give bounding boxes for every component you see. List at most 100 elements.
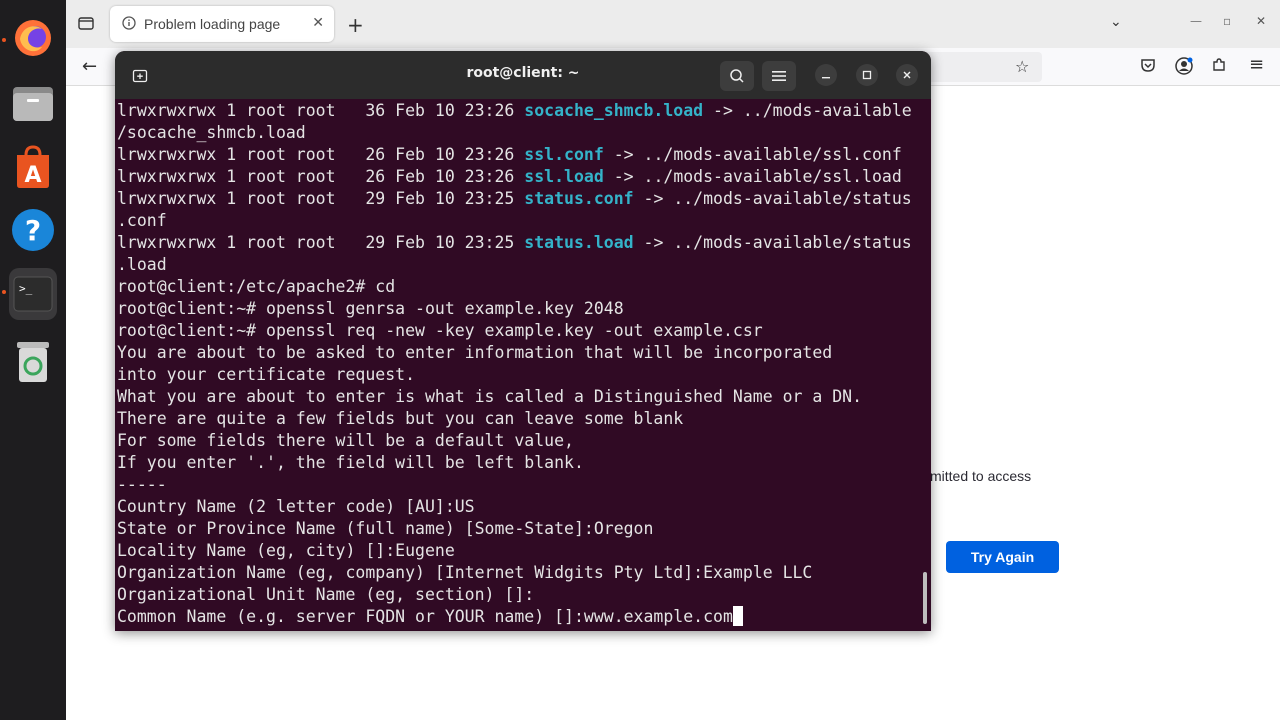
- extensions-icon[interactable]: [1211, 57, 1227, 77]
- line-text: lrwxrwxrwx 1 root root 29 Feb 10 23:25: [117, 189, 525, 208]
- line-text: State or Province Name (full name) [Some…: [117, 519, 654, 538]
- maximize-icon[interactable]: [856, 64, 878, 86]
- tab-overflow-chevron-icon[interactable]: ⌄: [1110, 14, 1122, 30]
- symlink-filename: ssl.load: [524, 167, 604, 186]
- terminal-line: Organizational Unit Name (eg, section) […: [117, 584, 921, 606]
- line-text: lrwxrwxrwx 1 root root 36 Feb 10 23:26: [117, 101, 525, 120]
- help-icon[interactable]: ?: [9, 206, 57, 254]
- terminal-line: root@client:~# openssl req -new -key exa…: [117, 320, 921, 342]
- line-text: lrwxrwxrwx 1 root root 29 Feb 10 23:25: [117, 233, 525, 252]
- account-icon[interactable]: [1175, 57, 1193, 79]
- symlink-filename: status.conf: [524, 189, 634, 208]
- terminal-line: lrwxrwxrwx 1 root root 29 Feb 10 23:25 s…: [117, 188, 921, 210]
- terminal-line: Organization Name (eg, company) [Interne…: [117, 562, 921, 584]
- minimize-icon[interactable]: [815, 64, 837, 86]
- terminal-line: .conf: [117, 210, 921, 232]
- line-text: .load: [117, 255, 167, 274]
- close-tab-icon[interactable]: ✕: [312, 15, 324, 31]
- terminal-line: For some fields there will be a default …: [117, 430, 921, 452]
- terminal-icon[interactable]: >_: [9, 268, 57, 320]
- error-message-fragment: mitted to access: [930, 468, 1032, 484]
- tab-list-icon[interactable]: [78, 15, 94, 35]
- symlink-filename: socache_shmcb.load: [524, 101, 704, 120]
- symlink-target: -> ../mods-available/status: [633, 233, 912, 252]
- line-text: There are quite a few fields but you can…: [117, 409, 684, 428]
- svg-text:?: ?: [25, 214, 41, 247]
- line-text: You are about to be asked to enter infor…: [117, 343, 833, 362]
- pocket-icon[interactable]: [1140, 57, 1156, 77]
- running-indicator: [2, 290, 6, 294]
- symlink-filename: ssl.conf: [524, 145, 604, 164]
- info-icon: [122, 15, 136, 34]
- app-center-icon[interactable]: A: [9, 143, 57, 191]
- running-indicator: [2, 38, 6, 42]
- line-text: lrwxrwxrwx 1 root root 26 Feb 10 23:26: [117, 145, 525, 164]
- app-menu-icon[interactable]: ≡: [1249, 54, 1264, 75]
- terminal-window: root@client: ~ lrwxrwxrwx 1 root root 36…: [115, 51, 931, 631]
- window-minimize-icon[interactable]: —: [1190, 14, 1202, 28]
- line-text: Common Name (e.g. server FQDN or YOUR na…: [117, 607, 733, 626]
- terminal-line: State or Province Name (full name) [Some…: [117, 518, 921, 540]
- terminal-scrollbar[interactable]: [923, 572, 927, 624]
- symlink-target: -> ../mods-available/ssl.load: [603, 167, 902, 186]
- symlink-target: -> ../mods-available/ssl.conf: [603, 145, 902, 164]
- line-text: root@client:~# openssl req -new -key exa…: [117, 321, 763, 340]
- files-icon[interactable]: [9, 79, 57, 127]
- terminal-line: .load: [117, 254, 921, 276]
- terminal-line: lrwxrwxrwx 1 root root 29 Feb 10 23:25 s…: [117, 232, 921, 254]
- terminal-line: What you are about to enter is what is c…: [117, 386, 921, 408]
- trash-icon[interactable]: [9, 338, 57, 386]
- terminal-line: root@client:/etc/apache2# cd: [117, 276, 921, 298]
- text-cursor: [732, 606, 743, 626]
- symlink-filename: status.load: [524, 233, 634, 252]
- terminal-line: Country Name (2 letter code) [AU]:US: [117, 496, 921, 518]
- terminal-line: root@client:~# openssl genrsa -out examp…: [117, 298, 921, 320]
- tab-problem-loading[interactable]: Problem loading page ✕: [110, 6, 334, 42]
- terminal-headerbar: root@client: ~: [115, 51, 931, 99]
- terminal-line: /socache_shmcb.load: [117, 122, 921, 144]
- back-icon[interactable]: ←: [82, 56, 97, 77]
- new-tab-icon[interactable]: +: [347, 13, 364, 37]
- line-text: root@client:/etc/apache2# cd: [117, 277, 396, 296]
- try-again-button[interactable]: Try Again: [946, 541, 1059, 573]
- close-icon[interactable]: [896, 64, 918, 86]
- line-text: lrwxrwxrwx 1 root root 26 Feb 10 23:26: [117, 167, 525, 186]
- terminal-line: If you enter '.', the field will be left…: [117, 452, 921, 474]
- line-text: /socache_shmcb.load: [117, 123, 306, 142]
- bookmark-star-icon[interactable]: ☆: [1015, 57, 1029, 76]
- terminal-line: lrwxrwxrwx 1 root root 26 Feb 10 23:26 s…: [117, 166, 921, 188]
- terminal-output[interactable]: lrwxrwxrwx 1 root root 36 Feb 10 23:26 s…: [117, 100, 921, 630]
- terminal-line: Common Name (e.g. server FQDN or YOUR na…: [117, 606, 921, 628]
- tab-title: Problem loading page: [144, 16, 281, 32]
- terminal-line: -----: [117, 474, 921, 496]
- line-text: If you enter '.', the field will be left…: [117, 453, 584, 472]
- line-text: into your certificate request.: [117, 365, 416, 384]
- line-text: Country Name (2 letter code) [AU]:US: [117, 497, 475, 516]
- terminal-line: into your certificate request.: [117, 364, 921, 386]
- terminal-line: There are quite a few fields but you can…: [117, 408, 921, 430]
- symlink-target: -> ../mods-available: [703, 101, 912, 120]
- terminal-line: lrwxrwxrwx 1 root root 36 Feb 10 23:26 s…: [117, 100, 921, 122]
- svg-text:A: A: [24, 163, 41, 188]
- line-text: Locality Name (eg, city) []:Eugene: [117, 541, 455, 560]
- line-text: Organizational Unit Name (eg, section) […: [117, 585, 535, 604]
- terminal-line: lrwxrwxrwx 1 root root 26 Feb 10 23:26 s…: [117, 144, 921, 166]
- menu-icon[interactable]: [762, 61, 796, 91]
- line-text: For some fields there will be a default …: [117, 431, 574, 450]
- line-text: root@client:~# openssl genrsa -out examp…: [117, 299, 624, 318]
- window-restore-icon[interactable]: ▫: [1223, 14, 1231, 28]
- terminal-line: You are about to be asked to enter infor…: [117, 342, 921, 364]
- symlink-target: -> ../mods-available/status: [633, 189, 912, 208]
- tab-bar: Problem loading page ✕ + ⌄ — ▫ ✕: [66, 0, 1280, 48]
- window-close-icon[interactable]: ✕: [1256, 14, 1266, 28]
- terminal-line: Locality Name (eg, city) []:Eugene: [117, 540, 921, 562]
- line-text: -----: [117, 475, 167, 494]
- terminal-title: root@client: ~: [466, 65, 580, 81]
- ubuntu-dock: A ? >_: [0, 0, 66, 720]
- line-text: .conf: [117, 211, 167, 230]
- firefox-icon[interactable]: [9, 14, 57, 62]
- search-icon[interactable]: [720, 61, 754, 91]
- line-text: Organization Name (eg, company) [Interne…: [117, 563, 813, 582]
- svg-text:>_: >_: [19, 282, 33, 295]
- line-text: What you are about to enter is what is c…: [117, 387, 863, 406]
